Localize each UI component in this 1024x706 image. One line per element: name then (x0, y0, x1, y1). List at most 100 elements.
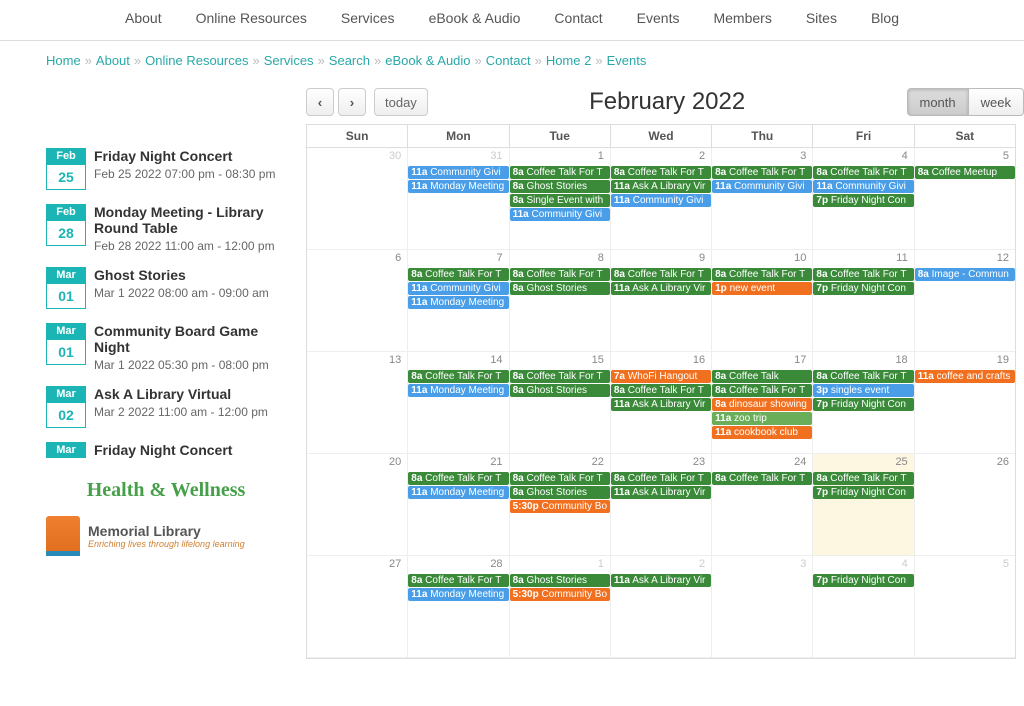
calendar-day[interactable]: 6 (307, 250, 408, 352)
calendar-event[interactable]: 11a Community Givi (510, 208, 610, 221)
calendar-event[interactable]: 8a Ghost Stories (510, 384, 610, 397)
calendar-day[interactable]: 167a WhoFi Hangout8a Coffee Talk For T11… (611, 352, 712, 454)
nav-link[interactable]: Sites (806, 10, 837, 26)
sidebar-event[interactable]: Mar01Community Board Game NightMar 1 202… (46, 323, 286, 372)
breadcrumb-link[interactable]: Contact (486, 53, 531, 68)
breadcrumb-link[interactable]: About (96, 53, 130, 68)
calendar-event[interactable]: 8a Coffee Meetup (915, 166, 1015, 179)
calendar-event[interactable]: 8a Coffee Talk For T (813, 166, 913, 179)
breadcrumb-link[interactable]: Online Resources (145, 53, 248, 68)
calendar-day[interactable]: 118a Coffee Talk For T7p Friday Night Co… (813, 250, 914, 352)
calendar-day[interactable]: 28a Coffee Talk For T11a Ask A Library V… (611, 148, 712, 250)
calendar-day[interactable]: 248a Coffee Talk For T (712, 454, 813, 556)
calendar-event[interactable]: 7p Friday Night Con (813, 486, 913, 499)
calendar-event[interactable]: 8a Single Event with (510, 194, 610, 207)
calendar-event[interactable]: 8a Coffee Talk For T (408, 370, 508, 383)
nav-link[interactable]: Services (341, 10, 395, 26)
calendar-event[interactable]: 7p Friday Night Con (813, 194, 913, 207)
calendar-event[interactable]: 8a Coffee Talk For T (611, 472, 711, 485)
calendar-event[interactable]: 11a Monday Meeting (408, 486, 508, 499)
calendar-event[interactable]: 8a Coffee Talk For T (408, 268, 508, 281)
calendar-day[interactable]: 218a Coffee Talk For T11a Monday Meeting (408, 454, 509, 556)
calendar-event[interactable]: 11a Community Givi (611, 194, 711, 207)
calendar-day[interactable]: 30 (307, 148, 408, 250)
calendar-event[interactable]: 7p Friday Night Con (813, 398, 913, 411)
breadcrumb-link[interactable]: Home 2 (546, 53, 592, 68)
breadcrumb-link[interactable]: Home (46, 53, 81, 68)
calendar-event[interactable]: 1p new event (712, 282, 812, 295)
calendar-event[interactable]: 8a Coffee Talk For T (813, 268, 913, 281)
calendar-event[interactable]: 8a Coffee Talk (712, 370, 812, 383)
sidebar-event[interactable]: Mar02Ask A Library VirtualMar 2 2022 11:… (46, 386, 286, 428)
calendar-event[interactable]: 11a Community Givi (408, 166, 508, 179)
calendar-event[interactable]: 8a Ghost Stories (510, 574, 610, 587)
calendar-day[interactable]: 5 (915, 556, 1015, 658)
calendar-event[interactable]: 11a Monday Meeting (408, 384, 508, 397)
calendar-event[interactable]: 8a Coffee Talk For T (712, 268, 812, 281)
calendar-day[interactable]: 38a Coffee Talk For T11a Community Givi (712, 148, 813, 250)
calendar-day[interactable]: 188a Coffee Talk For T3p singles event7p… (813, 352, 914, 454)
nav-link[interactable]: Events (637, 10, 680, 26)
sidebar-event[interactable]: Feb25Friday Night ConcertFeb 25 2022 07:… (46, 148, 286, 190)
calendar-day[interactable]: 98a Coffee Talk For T11a Ask A Library V… (611, 250, 712, 352)
calendar-event[interactable]: 7p Friday Night Con (813, 574, 913, 587)
today-button[interactable]: today (374, 88, 428, 116)
calendar-day[interactable]: 108a Coffee Talk For T1p new event (712, 250, 813, 352)
calendar-event[interactable]: 11a Monday Meeting (408, 180, 508, 193)
nav-link[interactable]: eBook & Audio (429, 10, 521, 26)
calendar-event[interactable]: 8a Ghost Stories (510, 486, 610, 499)
calendar-event[interactable]: 5:30p Community Bo (510, 500, 610, 513)
calendar-day[interactable]: 238a Coffee Talk For T11a Ask A Library … (611, 454, 712, 556)
calendar-event[interactable]: 8a Coffee Talk For T (510, 268, 610, 281)
calendar-event[interactable]: 8a Coffee Talk For T (408, 574, 508, 587)
calendar-event[interactable]: 11a Ask A Library Vir (611, 398, 711, 411)
calendar-day[interactable]: 3 (712, 556, 813, 658)
calendar-day[interactable]: 1911a coffee and crafts (915, 352, 1015, 454)
calendar-event[interactable]: 8a Coffee Talk For T (408, 472, 508, 485)
sidebar-event[interactable]: MarFriday Night Concert (46, 442, 286, 461)
calendar-event[interactable]: 8a Ghost Stories (510, 282, 610, 295)
calendar-day[interactable]: 211a Ask A Library Vir (611, 556, 712, 658)
nav-link[interactable]: Blog (871, 10, 899, 26)
calendar-day[interactable]: 47p Friday Night Con (813, 556, 914, 658)
calendar-event[interactable]: 11a Monday Meeting (408, 296, 508, 309)
calendar-day[interactable]: 26 (915, 454, 1015, 556)
calendar-event[interactable]: 3p singles event (813, 384, 913, 397)
calendar-day[interactable]: 3111a Community Givi11a Monday Meeting (408, 148, 509, 250)
calendar-day[interactable]: 18a Coffee Talk For T8a Ghost Stories8a … (510, 148, 611, 250)
calendar-event[interactable]: 11a Ask A Library Vir (611, 574, 711, 587)
calendar-event[interactable]: 11a Ask A Library Vir (611, 180, 711, 193)
calendar-event[interactable]: 8a Coffee Talk For T (712, 166, 812, 179)
breadcrumb-link[interactable]: Search (329, 53, 370, 68)
calendar-event[interactable]: 8a Coffee Talk For T (510, 166, 610, 179)
calendar-event[interactable]: 8a Coffee Talk For T (813, 370, 913, 383)
calendar-event[interactable]: 11a Monday Meeting (408, 588, 508, 601)
calendar-day[interactable]: 78a Coffee Talk For T11a Community Givi1… (408, 250, 509, 352)
calendar-event[interactable]: 8a Coffee Talk For T (510, 370, 610, 383)
calendar-day[interactable]: 258a Coffee Talk For T7p Friday Night Co… (813, 454, 914, 556)
calendar-day[interactable]: 88a Coffee Talk For T8a Ghost Stories (510, 250, 611, 352)
breadcrumb-link[interactable]: Services (264, 53, 314, 68)
calendar-day[interactable]: 58a Coffee Meetup (915, 148, 1015, 250)
calendar-day[interactable]: 48a Coffee Talk For T11a Community Givi7… (813, 148, 914, 250)
sidebar-event[interactable]: Feb28Monday Meeting - Library Round Tabl… (46, 204, 286, 253)
calendar-event[interactable]: 8a Coffee Talk For T (813, 472, 913, 485)
calendar-event[interactable]: 11a Community Givi (813, 180, 913, 193)
calendar-event[interactable]: 11a Community Givi (712, 180, 812, 193)
calendar-event[interactable]: 8a Image - Commun (915, 268, 1015, 281)
calendar-event[interactable]: 11a cookbook club (712, 426, 812, 439)
calendar-event[interactable]: 8a Coffee Talk For T (611, 166, 711, 179)
calendar-event[interactable]: 8a Ghost Stories (510, 180, 610, 193)
breadcrumb-link[interactable]: eBook & Audio (385, 53, 470, 68)
calendar-day[interactable]: 178a Coffee Talk8a Coffee Talk For T8a d… (712, 352, 813, 454)
calendar-day[interactable]: 128a Image - Commun (915, 250, 1015, 352)
calendar-day[interactable]: 27 (307, 556, 408, 658)
nav-link[interactable]: Members (713, 10, 771, 26)
calendar-day[interactable]: 288a Coffee Talk For T11a Monday Meeting (408, 556, 509, 658)
calendar-event[interactable]: 8a Coffee Talk For T (611, 268, 711, 281)
calendar-event[interactable]: 11a Ask A Library Vir (611, 282, 711, 295)
calendar-day[interactable]: 13 (307, 352, 408, 454)
month-view-button[interactable]: month (907, 88, 969, 116)
calendar-event[interactable]: 8a Coffee Talk For T (712, 384, 812, 397)
calendar-event[interactable]: 7p Friday Night Con (813, 282, 913, 295)
